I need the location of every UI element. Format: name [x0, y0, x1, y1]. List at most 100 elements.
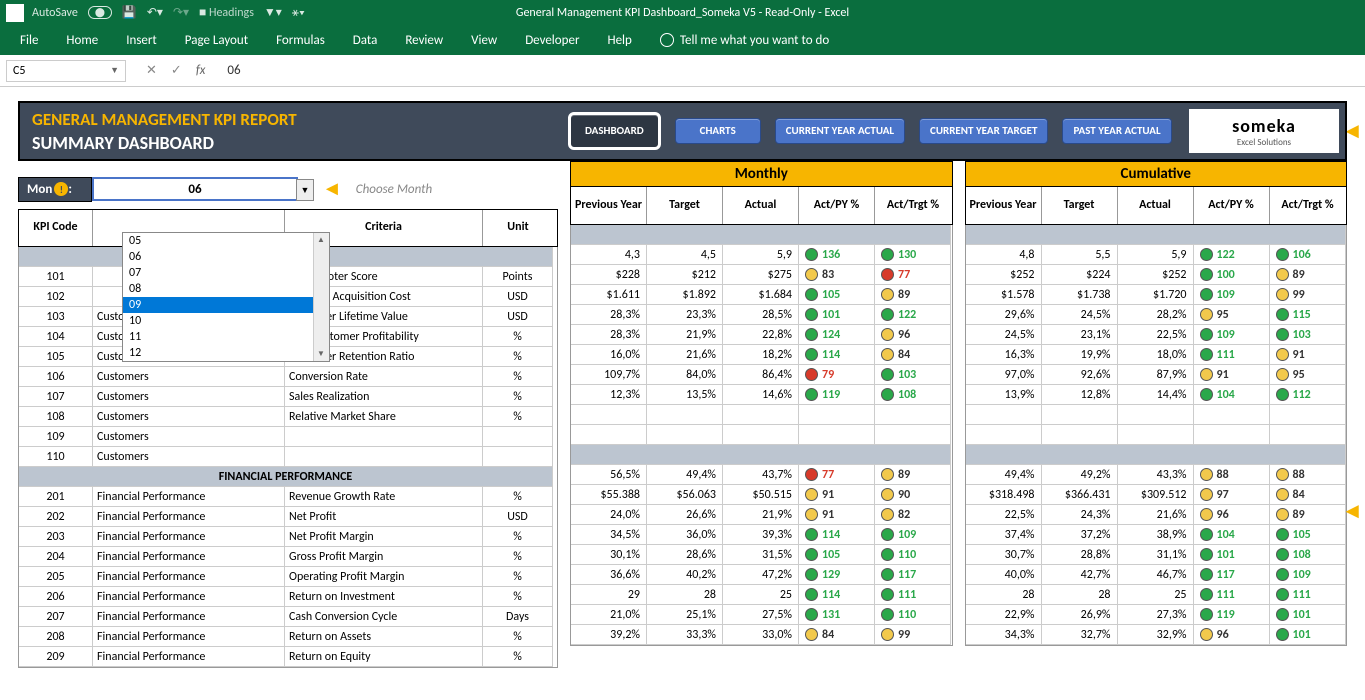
table-row[interactable]: 202Financial PerformanceNet ProfitUSD [19, 507, 557, 527]
nav-cy-actual[interactable]: CURRENT YEAR ACTUAL [775, 118, 905, 144]
table-row[interactable]: $55.388$56.063$50.5159190 [571, 485, 952, 505]
dropdown-arrow-icon[interactable]: ▼ [296, 179, 314, 201]
headings-checkbox[interactable]: ■ Headings [199, 5, 254, 20]
table-row[interactable]: 29,6%24,5%28,2%95115 [966, 305, 1347, 325]
month-dropdown-list[interactable]: 0506070809101112 [122, 232, 330, 362]
filter-icon[interactable]: ▼▾ [264, 5, 282, 20]
month-option[interactable]: 09 [123, 297, 329, 313]
table-row[interactable]: 106CustomersConversion Rate% [19, 367, 557, 387]
table-row[interactable]: 16,3%19,9%18,0%11191 [966, 345, 1347, 365]
fx-icon[interactable]: fx [196, 63, 206, 78]
table-row[interactable]: 209Financial PerformanceReturn on Equity… [19, 647, 557, 667]
table-row[interactable]: 28,3%21,9%22,8%12496 [571, 325, 952, 345]
table-row[interactable]: 208Financial PerformanceReturn on Assets… [19, 627, 557, 647]
table-row[interactable]: $1.611$1.892$1.68410589 [571, 285, 952, 305]
cumulative-table[interactable]: 4,85,55,9122106$252$224$25210089$1.578$1… [965, 225, 1348, 646]
tab-view[interactable]: View [471, 33, 497, 48]
undo-icon[interactable]: ↶▾ [147, 5, 163, 20]
table-row[interactable]: 24,0%26,6%21,9%9182 [571, 505, 952, 525]
table-row[interactable]: 97,0%92,6%87,9%9195 [966, 365, 1347, 385]
table-row[interactable]: 282825111111 [966, 585, 1347, 605]
month-option[interactable]: 10 [123, 313, 329, 329]
tab-data[interactable]: Data [353, 33, 378, 48]
table-row[interactable]: $228$212$2758377 [571, 265, 952, 285]
cumulative-header: Cumulative [965, 161, 1348, 187]
table-row[interactable]: 40,0%42,7%46,7%117109 [966, 565, 1347, 585]
table-row[interactable]: 16,0%21,6%18,2%11484 [571, 345, 952, 365]
tab-help[interactable]: Help [607, 33, 631, 48]
autosave-toggle[interactable]: ⬤ [88, 6, 112, 19]
pointer-arrow-icon: ◄ [1341, 497, 1363, 524]
scrollbar[interactable] [313, 233, 329, 361]
redo-icon[interactable]: ↷▾ [173, 5, 189, 20]
tab-insert[interactable]: Insert [126, 33, 157, 48]
table-row[interactable]: 36,6%40,2%47,2%129117 [571, 565, 952, 585]
table-row[interactable]: $318.498$366.431$309.5129784 [966, 485, 1347, 505]
month-option[interactable]: 06 [123, 249, 329, 265]
tab-review[interactable]: Review [405, 33, 443, 48]
table-row[interactable]: 30,1%28,6%31,5%105110 [571, 545, 952, 565]
table-row[interactable]: 39,2%33,3%33,0%8499 [571, 625, 952, 645]
table-row[interactable]: 22,9%26,9%27,3%119101 [966, 605, 1347, 625]
tell-me[interactable]: Tell me what you want to do [660, 33, 829, 48]
table-row[interactable]: 108CustomersRelative Market Share% [19, 407, 557, 427]
table-row[interactable]: 203Financial PerformanceNet Profit Margi… [19, 527, 557, 547]
table-row[interactable] [571, 425, 952, 445]
table-row[interactable]: 37,4%37,2%38,9%104105 [966, 525, 1347, 545]
formula-bar[interactable]: 06 [227, 63, 240, 78]
month-option[interactable]: 07 [123, 265, 329, 281]
tab-developer[interactable]: Developer [525, 33, 579, 48]
table-row[interactable]: $1.578$1.738$1.72010999 [966, 285, 1347, 305]
table-row[interactable]: 292825114111 [571, 585, 952, 605]
tab-home[interactable]: Home [66, 33, 98, 48]
table-row[interactable] [571, 405, 952, 425]
table-row[interactable]: 49,4%49,2%43,3%8888 [966, 465, 1347, 485]
table-row[interactable]: 109Customers [19, 427, 557, 447]
table-row[interactable]: 206Financial PerformanceReturn on Invest… [19, 587, 557, 607]
table-row[interactable] [966, 425, 1347, 445]
worksheet[interactable]: ◄ ◄ GENERAL MANAGEMENT KPI REPORT SUMMAR… [0, 87, 1365, 700]
table-row[interactable]: 107CustomersSales Realization% [19, 387, 557, 407]
tab-page-layout[interactable]: Page Layout [185, 33, 248, 48]
app-icon [6, 4, 24, 22]
month-option[interactable]: 11 [123, 329, 329, 345]
table-row[interactable]: 30,7%28,8%31,1%101108 [966, 545, 1347, 565]
table-row[interactable]: 207Financial PerformanceCash Conversion … [19, 607, 557, 627]
month-option[interactable]: 08 [123, 281, 329, 297]
enter-icon[interactable]: ✓ [171, 63, 182, 78]
month-option[interactable]: 05 [123, 233, 329, 249]
table-row[interactable]: 12,3%13,5%14,6%119108 [571, 385, 952, 405]
table-row[interactable]: 110Customers [19, 447, 557, 467]
table-row[interactable]: 4,34,55,9136130 [571, 245, 952, 265]
nav-charts[interactable]: CHARTS [675, 118, 761, 144]
table-row[interactable]: 4,85,55,9122106 [966, 245, 1347, 265]
monthly-table[interactable]: 4,34,55,9136130$228$212$2758377$1.611$1.… [570, 225, 953, 646]
table-row[interactable]: 34,3%32,7%32,9%96101 [966, 625, 1347, 645]
table-row[interactable]: $252$224$25210089 [966, 265, 1347, 285]
name-box[interactable]: C5▼ [6, 60, 126, 82]
table-row[interactable]: 24,5%23,1%22,5%109103 [966, 325, 1347, 345]
tab-file[interactable]: File [20, 33, 38, 48]
nav-py-actual[interactable]: PAST YEAR ACTUAL [1062, 118, 1171, 144]
sort-icon[interactable]: ⚹▾ [292, 6, 305, 20]
cancel-icon[interactable]: ✕ [146, 63, 157, 78]
table-row[interactable]: 56,5%49,4%43,7%7789 [571, 465, 952, 485]
table-row[interactable]: 205Financial PerformanceOperating Profit… [19, 567, 557, 587]
warning-icon: ! [54, 182, 68, 196]
table-row[interactable]: 201Financial PerformanceRevenue Growth R… [19, 487, 557, 507]
nav-cy-target[interactable]: CURRENT YEAR TARGET [919, 118, 1048, 144]
month-select[interactable]: 06 ▼ [92, 177, 298, 201]
table-row[interactable]: 22,5%24,3%21,6%9689 [966, 505, 1347, 525]
table-row[interactable]: 109,7%84,0%86,4%79103 [571, 365, 952, 385]
table-row[interactable]: 28,3%23,3%28,5%101122 [571, 305, 952, 325]
tab-formulas[interactable]: Formulas [276, 33, 325, 48]
table-row[interactable]: 34,5%36,0%39,3%114109 [571, 525, 952, 545]
nav-dashboard[interactable]: DASHBOARD [568, 112, 661, 150]
table-row[interactable]: 204Financial PerformanceGross Profit Mar… [19, 547, 557, 567]
table-row[interactable]: 21,0%25,1%27,5%131110 [571, 605, 952, 625]
month-option[interactable]: 12 [123, 345, 329, 361]
table-row[interactable]: 13,9%12,8%14,4%104112 [966, 385, 1347, 405]
logo: someka Excel Solutions [1189, 109, 1339, 153]
save-icon[interactable]: 💾 [122, 5, 137, 20]
table-row[interactable] [966, 405, 1347, 425]
